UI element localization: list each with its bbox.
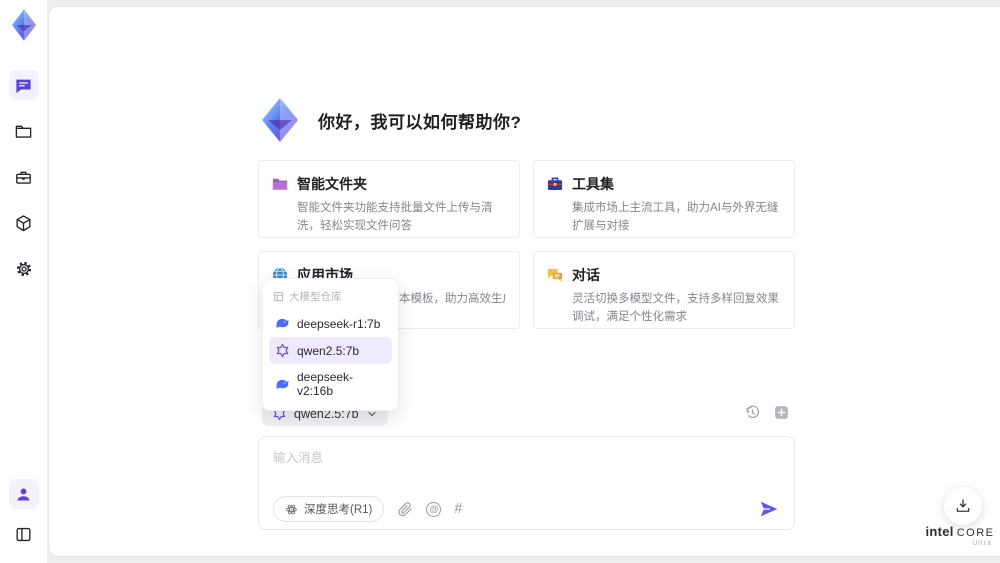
user-icon (15, 486, 32, 503)
page-title: 你好，我可以如何帮助你? (318, 112, 522, 132)
composer-toolbar: 深度思考(R1) @ # (273, 496, 780, 522)
ultra-wordmark: Ultra (972, 540, 992, 547)
core-wordmark: CORE (956, 527, 995, 539)
deep-think-label: 深度思考(R1) (304, 504, 373, 516)
cube-icon (14, 214, 33, 233)
download-button[interactable] (944, 487, 982, 525)
card-desc: 灵活切换多模型文件，支持多样回复效果调试，满足个性化需求 (572, 293, 779, 323)
download-icon (954, 497, 972, 515)
dialog-icon (546, 266, 564, 284)
app-logo-icon (7, 8, 41, 42)
attachment-icon[interactable] (397, 501, 413, 517)
sidebar-item-chat[interactable] (8, 70, 39, 100)
gear-icon (14, 259, 34, 279)
card-title: 工具集 (572, 176, 614, 192)
model-option-deepseek-v2[interactable]: deepseek-v2:16b (269, 364, 392, 404)
card-desc: 集成市场上主流工具，助力AI与外界无缝扩展与对接 (572, 202, 779, 232)
prompt-library-icon[interactable]: # (454, 501, 462, 517)
model-dropdown: 大模型仓库 deepseek-r1:7b qwen2.5:7b deepseek… (262, 278, 399, 411)
qwen-icon (275, 343, 290, 358)
briefcase-icon (14, 168, 33, 187)
model-option-label: deepseek-r1:7b (297, 316, 381, 331)
history-icon[interactable] (744, 404, 761, 421)
folder-icon (14, 122, 33, 141)
sidebar-item-account[interactable] (8, 479, 39, 509)
composer: 深度思考(R1) @ # (258, 436, 795, 530)
model-option-label: deepseek-v2:16b (297, 370, 354, 398)
new-chat-icon[interactable] (773, 404, 790, 421)
toolbox-icon (546, 175, 564, 193)
atom-icon (285, 503, 298, 516)
deep-think-toggle[interactable]: 深度思考(R1) (273, 496, 385, 522)
deepseek-icon (275, 377, 290, 392)
card-title: 智能文件夹 (297, 176, 367, 192)
panel-layout-icon (14, 525, 33, 544)
greeting-row: 你好，我可以如何帮助你? (256, 96, 521, 144)
model-dropdown-header: 大模型仓库 (269, 285, 392, 310)
model-option-qwen[interactable]: qwen2.5:7b (269, 337, 392, 364)
model-option-deepseek-r1[interactable]: deepseek-r1:7b (269, 310, 392, 337)
deepseek-icon (275, 316, 290, 331)
sidebar-item-collapse[interactable] (9, 519, 39, 549)
message-input[interactable] (273, 447, 780, 487)
model-option-label: qwen2.5:7b (297, 343, 360, 358)
intel-wordmark: intel (925, 524, 954, 539)
chat-bubble-icon (14, 76, 33, 95)
card-title: 对话 (572, 267, 600, 283)
model-dropdown-header-label: 大模型仓库 (289, 291, 342, 303)
sidebar-item-apps[interactable] (9, 208, 39, 238)
sidebar-item-folders[interactable] (9, 116, 39, 146)
repository-icon (273, 291, 284, 302)
send-button[interactable] (758, 498, 780, 520)
sidebar-item-toolset[interactable] (9, 162, 39, 192)
folder-icon (271, 175, 289, 193)
mention-icon[interactable]: @ (426, 501, 442, 517)
card-dialog[interactable]: 对话 灵活切换多模型文件，支持多样回复效果调试，满足个性化需求 (533, 251, 795, 329)
card-desc: 智能文件夹功能支持批量文件上传与清洗，轻松实现文件问答 (297, 202, 493, 232)
app-window: 你好，我可以如何帮助你? 智能文件夹 智能文件夹功能支持批量文件上传与清洗，轻松… (0, 0, 1000, 563)
intel-core-badge: intel CORE Ultra (922, 524, 998, 547)
card-smart-folders[interactable]: 智能文件夹 智能文件夹功能支持批量文件上传与清洗，轻松实现文件问答 (258, 160, 520, 238)
sidebar (0, 0, 48, 563)
hero-logo-icon (256, 96, 304, 144)
card-toolset[interactable]: 工具集 集成市场上主流工具，助力AI与外界无缝扩展与对接 (533, 160, 795, 238)
sidebar-item-settings[interactable] (9, 254, 39, 284)
